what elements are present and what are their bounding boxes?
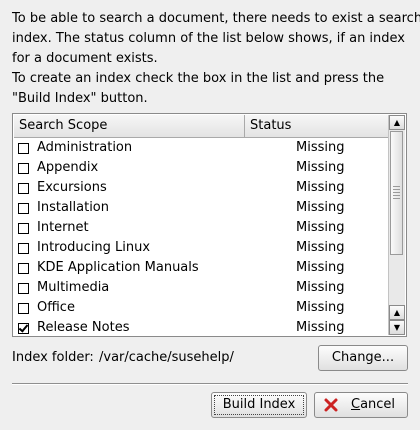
scope-checkbox[interactable] (18, 283, 29, 294)
instructions-line: "Build Index" button. (12, 91, 148, 106)
scope-checkbox[interactable] (18, 303, 29, 314)
instructions-line: index. The status column of the list bel… (12, 31, 406, 46)
scope-name: Multimedia (37, 280, 110, 295)
scope-status: Missing (296, 200, 345, 215)
scope-name: Release Notes (37, 320, 130, 335)
separator (12, 383, 408, 385)
scope-checkbox[interactable] (18, 263, 29, 274)
instructions-line: for a document exists. (12, 51, 158, 66)
list-item[interactable]: Installation Missing (14, 198, 388, 218)
scope-status: Missing (296, 220, 345, 235)
list-item[interactable]: KDE Application Manuals Missing (14, 258, 388, 278)
cancel-mnemonic: C (351, 397, 361, 412)
list-item[interactable]: Multimedia Missing (14, 278, 388, 298)
scope-name: Appendix (37, 160, 99, 175)
scope-checkbox[interactable] (18, 323, 29, 334)
arrow-up-icon: ▲ (393, 118, 401, 127)
list-item[interactable]: Internet Missing (14, 218, 388, 238)
scope-checkbox[interactable] (18, 203, 29, 214)
column-header-search-scope[interactable]: Search Scope (14, 115, 245, 137)
arrow-up-icon: ▲ (393, 308, 401, 317)
index-folder-path: /var/cache/susehelp/ (99, 350, 234, 365)
index-folder-label: Index folder: (12, 350, 94, 365)
scope-status: Missing (296, 140, 345, 155)
scope-status: Missing (296, 160, 345, 175)
scroll-up-button[interactable]: ▲ (389, 115, 405, 130)
list-item[interactable]: Excursions Missing (14, 178, 388, 198)
scope-name: Excursions (37, 180, 107, 195)
instructions-text: To be able to search a document, there n… (12, 9, 420, 109)
scope-checkbox[interactable] (18, 243, 29, 254)
cancel-label-rest: ancel (360, 397, 396, 412)
scope-status: Missing (296, 240, 345, 255)
column-header-status[interactable]: Status (245, 115, 388, 137)
scroll-down-button[interactable]: ▼ (389, 320, 405, 335)
search-scope-list[interactable]: Search Scope Status Administration Missin… (12, 113, 407, 337)
instructions-line: To be able to search a document, there n… (12, 11, 420, 26)
vertical-scrollbar[interactable]: ▲ ▲ ▼ (388, 115, 405, 335)
scope-name: Office (37, 300, 75, 315)
scope-name: Administration (37, 140, 133, 155)
scope-status: Missing (296, 300, 345, 315)
scope-name: Introducing Linux (37, 240, 151, 255)
scroll-up-button-lower[interactable]: ▲ (389, 305, 405, 320)
cancel-label: Cancel (351, 393, 395, 417)
scope-status: Missing (296, 320, 345, 335)
scope-name: Internet (37, 220, 89, 235)
scope-status: Missing (296, 280, 345, 295)
build-index-button[interactable]: Build Index (211, 392, 307, 418)
list-item[interactable]: Office Missing (14, 298, 388, 318)
x-icon (324, 398, 338, 412)
list-rows: Administration Missing Appendix Missing Excu… (14, 138, 388, 336)
scope-checkbox[interactable] (18, 183, 29, 194)
grip-icon (393, 186, 400, 200)
list-item[interactable]: Administration Missing (14, 138, 388, 158)
change-button[interactable]: Change... (318, 345, 408, 371)
scope-status: Missing (296, 260, 345, 275)
cancel-button[interactable]: Cancel (314, 392, 408, 418)
scope-checkbox[interactable] (18, 223, 29, 234)
scrollbar-thumb[interactable] (390, 131, 403, 255)
list-item[interactable]: Appendix Missing (14, 158, 388, 178)
arrow-down-icon: ▼ (393, 323, 401, 332)
scope-checkbox[interactable] (18, 143, 29, 154)
list-item[interactable]: Introducing Linux Missing (14, 238, 388, 258)
scope-name: Installation (37, 200, 110, 215)
scope-name: KDE Application Manuals (37, 260, 199, 275)
list-header: Search Scope Status (14, 115, 388, 138)
list-item[interactable]: Release Notes Missing (14, 318, 388, 338)
scope-status: Missing (296, 180, 345, 195)
instructions-line: To create an index check the box in the … (12, 71, 385, 86)
scope-checkbox[interactable] (18, 163, 29, 174)
